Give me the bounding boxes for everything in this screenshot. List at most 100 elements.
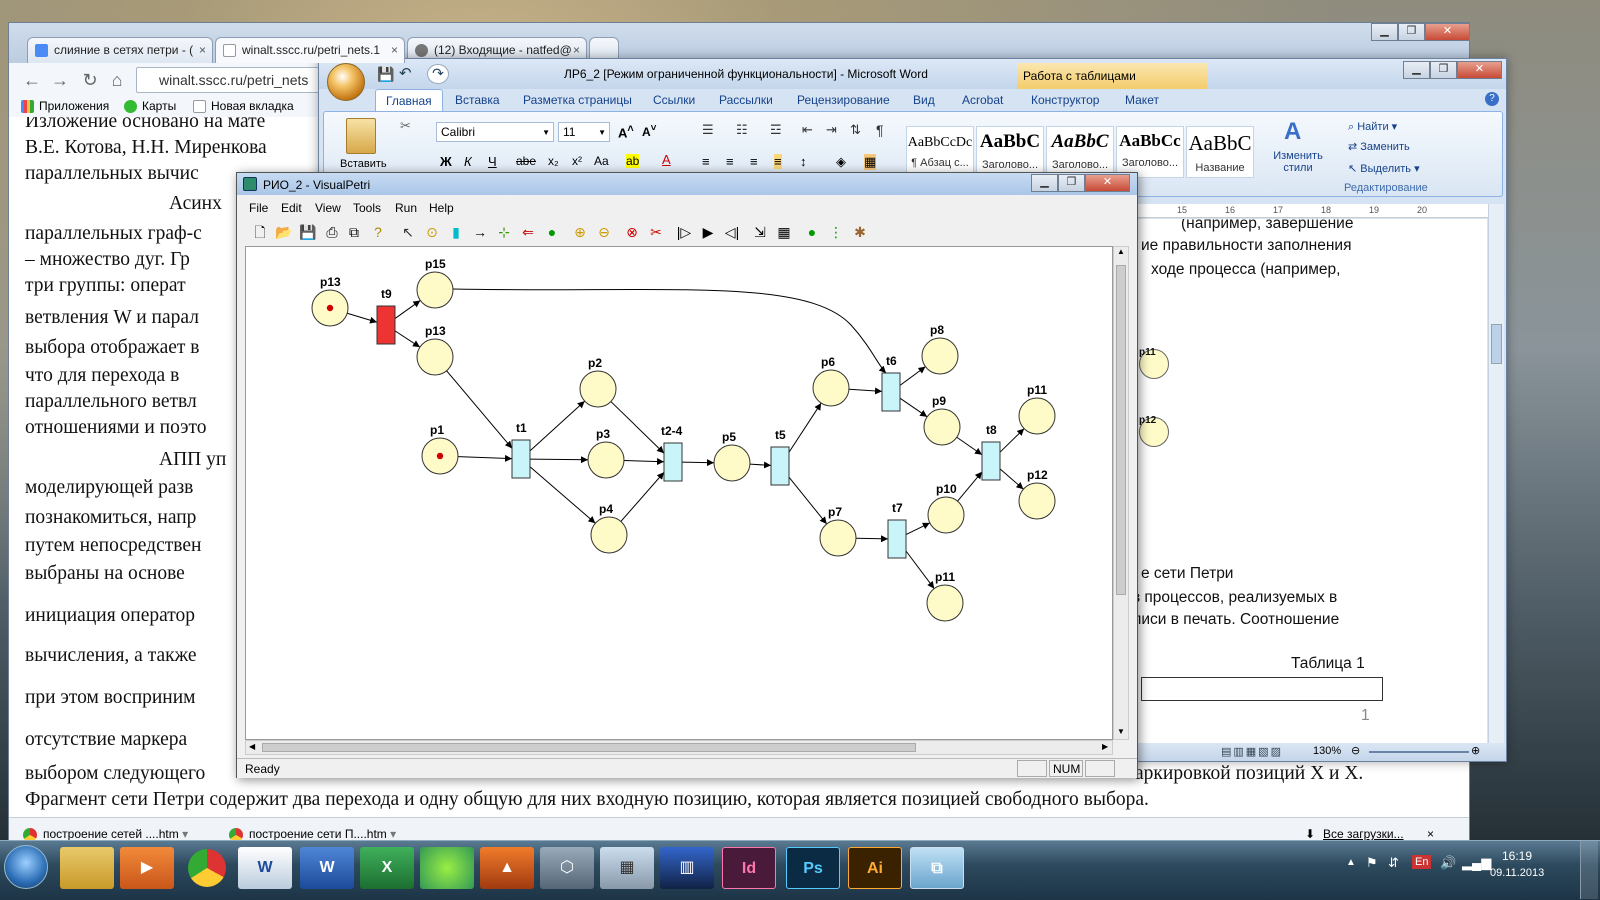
help-icon[interactable]: ? <box>1485 92 1499 106</box>
align-center-icon[interactable]: ≡ <box>726 154 734 169</box>
place-p10[interactable] <box>927 496 965 534</box>
clock-time[interactable]: 16:19 <box>1502 849 1532 863</box>
clock-date[interactable]: 09.11.2013 <box>1490 867 1544 879</box>
scroll-thumb[interactable] <box>1491 324 1502 364</box>
token-tool-icon[interactable]: ● <box>543 223 561 241</box>
place-p4[interactable] <box>590 516 628 554</box>
tab-mailings[interactable]: Рассылки <box>719 93 773 107</box>
highlight-icon[interactable]: ab <box>626 154 640 168</box>
arc-p9-t8[interactable] <box>956 436 983 456</box>
arc-tool-icon[interactable]: → <box>471 223 489 241</box>
show-desktop-button[interactable] <box>1580 841 1598 899</box>
messenger-icon[interactable] <box>420 847 474 889</box>
place-p13b[interactable] <box>416 338 454 376</box>
transition-t1[interactable] <box>511 439 531 479</box>
style-title[interactable]: AaBbC Название <box>1186 126 1254 178</box>
back-arc-icon[interactable]: ⇐ <box>519 223 537 241</box>
arc-t7-p11b[interactable] <box>905 550 935 589</box>
close-tab-icon[interactable]: × <box>391 43 398 57</box>
minimize-icon[interactable]: ▁ <box>1403 61 1430 79</box>
show-marks-icon[interactable]: ¶ <box>876 122 884 138</box>
select-button[interactable]: ↖ Выделить ▾ <box>1348 162 1420 175</box>
arc-p5-t5[interactable] <box>749 461 772 469</box>
indesign-icon[interactable]: Id <box>722 847 776 889</box>
arc-p4-t24[interactable] <box>620 471 665 522</box>
transition-t9[interactable] <box>376 305 396 345</box>
shading-icon[interactable]: ◈ <box>836 154 846 170</box>
superscript-icon[interactable]: x² <box>572 154 582 168</box>
paste-button[interactable]: Вставить <box>340 158 387 170</box>
chrome-icon[interactable] <box>188 849 226 887</box>
library-icon[interactable]: ▥ <box>660 847 714 889</box>
change-case-icon[interactable]: Aa <box>594 154 609 168</box>
transition-t24[interactable] <box>663 442 683 482</box>
show-hidden-icons[interactable]: ▲ <box>1346 857 1356 868</box>
scroll-up-icon[interactable]: ▲ <box>1117 247 1125 256</box>
tab-acrobat[interactable]: Acrobat <box>962 93 1003 107</box>
align-left-icon[interactable]: ≡ <box>702 154 710 169</box>
transition-t8[interactable] <box>981 441 1001 481</box>
tab-1[interactable]: слияние в сетях петри - ( × <box>27 37 213 63</box>
volume-icon[interactable]: 🔊 <box>1440 855 1456 871</box>
arc-p7-t7[interactable] <box>855 535 889 543</box>
box-icon[interactable]: ⬡ <box>540 847 594 889</box>
run-icon[interactable]: ▶ <box>699 223 717 241</box>
node-tool-icon[interactable]: ⊹ <box>495 223 513 241</box>
minimize-icon[interactable]: ▁ <box>1031 174 1058 192</box>
explorer-icon[interactable] <box>60 847 114 889</box>
tab-page-layout[interactable]: Разметка страницы <box>523 93 632 107</box>
place-p11[interactable] <box>1018 397 1056 435</box>
tab-view[interactable]: Вид <box>913 93 935 107</box>
tab-design[interactable]: Конструктор <box>1031 93 1099 107</box>
subscript-icon[interactable]: x₂ <box>548 154 559 168</box>
arc-t8-p11[interactable] <box>999 428 1025 453</box>
increase-indent-icon[interactable]: ⇥ <box>826 122 837 138</box>
line-spacing-icon[interactable]: ↕ <box>800 154 807 169</box>
place-p8[interactable] <box>921 337 959 375</box>
arc-t1-p4[interactable] <box>529 466 596 524</box>
tab-review[interactable]: Рецензирование <box>797 93 890 107</box>
style-heading-3[interactable]: AaBbCc Заголово... <box>1116 126 1184 178</box>
numbering-icon[interactable]: ☷ <box>736 122 748 138</box>
bullets-icon[interactable]: ☰ <box>702 122 714 138</box>
place-p9[interactable] <box>923 408 961 446</box>
arc-t6-p8[interactable] <box>899 366 926 386</box>
tab-references[interactable]: Ссылки <box>653 93 695 107</box>
step-back-icon[interactable]: ◁| <box>723 223 741 241</box>
menu-tools[interactable]: Tools <box>353 201 381 215</box>
italic-icon[interactable]: К <box>464 154 472 169</box>
arc-p2-t24[interactable] <box>610 401 665 454</box>
signal-icon[interactable]: ▂▄▆ <box>1462 855 1491 871</box>
export-icon[interactable]: ⇲ <box>751 223 769 241</box>
reload-icon[interactable]: ↻ <box>79 70 101 92</box>
scroll-left-icon[interactable]: ◀ <box>249 742 255 751</box>
save-icon[interactable]: 💾 <box>377 66 394 83</box>
word-icon[interactable]: W <box>300 847 354 889</box>
undo-icon[interactable]: ↶ <box>399 64 412 82</box>
home-icon[interactable]: ⌂ <box>106 70 128 92</box>
arc-t9-p13b[interactable] <box>394 330 421 348</box>
delete-icon[interactable]: ✂ <box>647 223 665 241</box>
start-button[interactable] <box>4 845 48 889</box>
place-p11b[interactable] <box>926 584 964 622</box>
transition-t5[interactable] <box>770 446 790 486</box>
scroll-thumb[interactable] <box>1116 265 1126 595</box>
style-normal[interactable]: AaBbCcDc ¶ Абзац с... <box>906 126 974 178</box>
menu-file[interactable]: File <box>249 201 268 215</box>
place-p2[interactable] <box>579 370 617 408</box>
graph-icon[interactable]: ⋮ <box>827 223 845 241</box>
find-button[interactable]: ⌕ Найти ▾ <box>1348 120 1397 134</box>
close-icon[interactable]: ✕ <box>1425 23 1470 41</box>
font-size-select[interactable]: 11 ▼ <box>558 122 610 142</box>
arc-t5-p7[interactable] <box>788 476 828 525</box>
place-p6[interactable] <box>812 369 850 407</box>
tab-home[interactable]: Главная <box>375 89 443 112</box>
maximize-icon[interactable]: ❐ <box>1430 61 1457 79</box>
flag-icon[interactable]: ⚑ <box>1366 855 1378 871</box>
select-arrow-icon[interactable]: ↖ <box>399 223 417 241</box>
step-icon[interactable]: |▷ <box>675 223 693 241</box>
place-p12[interactable] <box>1018 482 1056 520</box>
photoshop-icon[interactable]: Ps <box>786 847 840 889</box>
bold-icon[interactable]: Ж <box>440 154 452 169</box>
close-tab-icon[interactable]: × <box>199 43 206 57</box>
